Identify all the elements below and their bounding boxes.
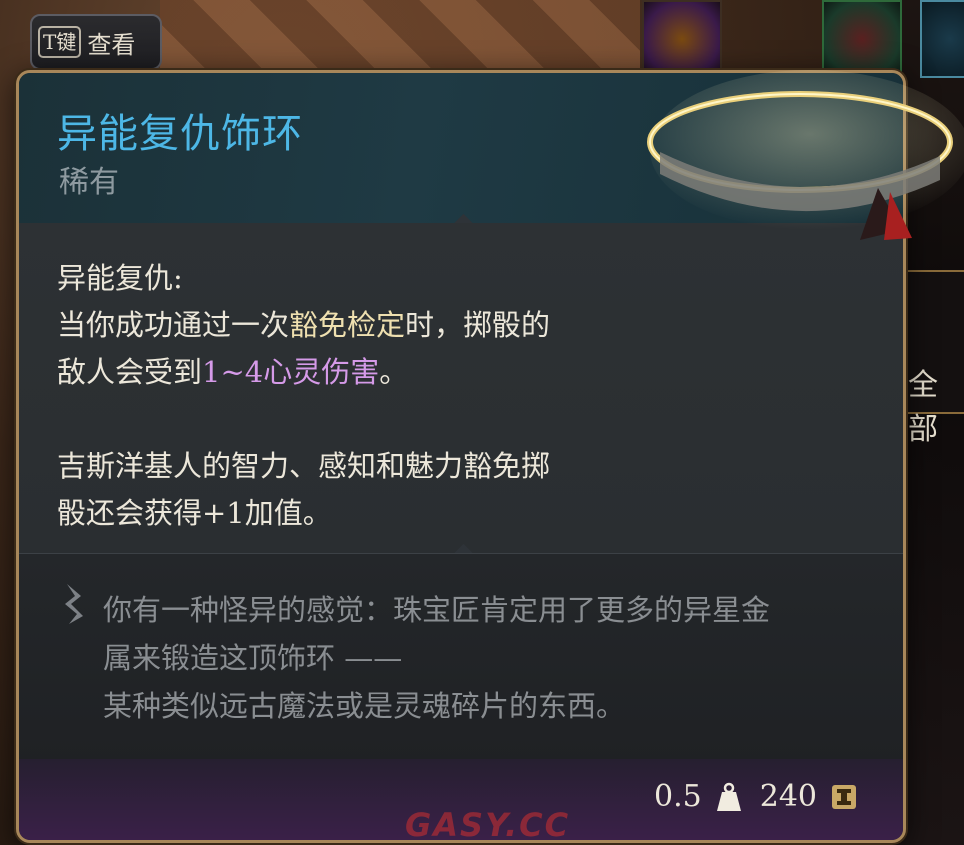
- item-rarity: 稀有: [59, 165, 119, 200]
- effect-text: 时，掷骰的: [405, 308, 551, 342]
- effect-title: 异能复仇:: [57, 261, 183, 295]
- examine-hint[interactable]: T键 查看: [30, 14, 162, 70]
- effect-text: 。: [379, 355, 409, 389]
- saving-throw-keyword[interactable]: 豁免检定: [289, 308, 405, 342]
- t-key-badge: T键: [38, 26, 82, 58]
- inventory-slot-lantern[interactable]: [642, 0, 722, 78]
- watermark-logo: GASY.CC: [405, 806, 571, 844]
- passive-line-2: 骰还会获得+1加值。: [57, 496, 332, 530]
- circlet-item-image: [647, 70, 964, 240]
- inventory-slot-weapon[interactable]: [822, 0, 902, 78]
- lore-text: 你有一种怪异的感觉：珠宝匠肯定用了更多的异星金 属来锻造这顶饰环 —— 某种类似…: [103, 586, 883, 730]
- tooltip-lore: 你有一种怪异的感觉：珠宝匠肯定用了更多的异星金 属来锻造这顶饰环 —— 某种类似…: [19, 553, 903, 766]
- item-value: 240: [759, 779, 817, 814]
- filter-all-label[interactable]: 全部: [908, 360, 964, 448]
- background-floor: [160, 0, 640, 80]
- effect-text: 当你成功通过一次: [57, 308, 290, 342]
- lore-line-2: 属来锻造这顶饰环 ——: [103, 641, 403, 675]
- effect-line-2: 敌人会受到1~4心灵伤害。: [57, 349, 657, 396]
- gold-icon: [832, 784, 856, 809]
- item-stats: 0.5 240: [654, 779, 859, 814]
- lore-line-1: 你有一种怪异的感觉：珠宝匠肯定用了更多的异星金: [103, 593, 771, 627]
- inventory-slot-circlet[interactable]: [920, 0, 964, 78]
- effect-description: 异能复仇: 当你成功通过一次豁免检定时，掷骰的 敌人会受到1~4心灵伤害。 吉斯…: [57, 255, 657, 537]
- weight-icon: [716, 782, 741, 811]
- effect-line-1: 当你成功通过一次豁免检定时，掷骰的: [57, 302, 657, 349]
- lore-line-3: 某种类似远古魔法或是灵魂碎片的东西。: [103, 689, 626, 723]
- lore-quill-icon: [65, 584, 83, 624]
- passive-line-1: 吉斯洋基人的智力、感知和魅力豁免掷: [57, 449, 551, 483]
- psychic-damage-keyword: 1~4心灵伤害: [202, 355, 380, 389]
- item-name: 异能复仇饰环: [57, 111, 303, 157]
- effect-text: 敌人会受到: [57, 355, 203, 389]
- game-scene: 全部 T键 查看 异能复仇饰环 稀有 异能复仇: 当你成功通过一次豁免检定时，掷…: [0, 0, 964, 845]
- item-weight: 0.5: [654, 779, 702, 814]
- examine-hint-label: 查看: [87, 30, 136, 59]
